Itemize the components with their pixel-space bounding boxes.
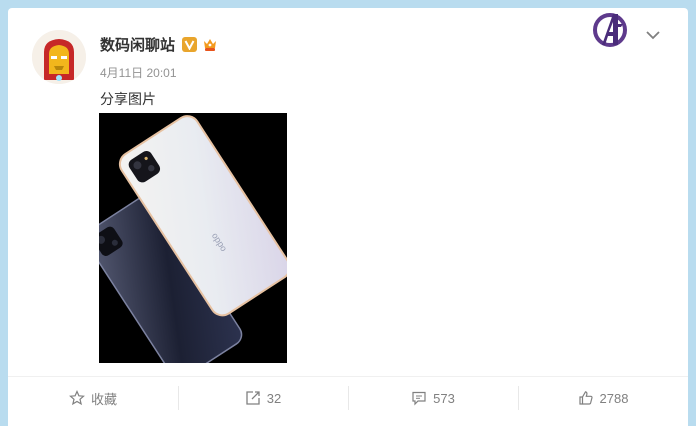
iron-man-avatar-icon <box>32 30 86 84</box>
repost-count: 32 <box>266 390 282 406</box>
like-count: 2788 <box>599 390 629 406</box>
author-name[interactable]: 数码闲聊站 <box>100 34 175 55</box>
like-button[interactable]: 2788 <box>518 377 688 419</box>
comment-icon <box>412 391 426 406</box>
comment-button[interactable]: 573 <box>348 377 518 419</box>
action-bar: 收藏 32 573 2788 <box>8 376 688 419</box>
post-card: 数码闲聊站 4月11日 20:01 分享图片 oppo 收藏 32 573 27… <box>8 8 688 426</box>
author-row: 数码闲聊站 <box>100 34 219 55</box>
thumbs-up-icon <box>578 391 593 405</box>
member-badge-icon[interactable] <box>201 37 219 53</box>
post-image[interactable]: oppo <box>99 113 287 363</box>
share-icon <box>246 391 260 405</box>
post-menu-chevron[interactable] <box>642 24 664 46</box>
verified-badge-icon <box>182 37 198 52</box>
author-avatar[interactable] <box>32 30 86 84</box>
repost-button[interactable]: 32 <box>178 377 348 419</box>
post-timestamp[interactable]: 4月11日 20:01 <box>100 64 177 81</box>
star-icon <box>69 390 85 406</box>
favorite-label: 收藏 <box>90 391 117 407</box>
favorite-button[interactable]: 收藏 <box>8 377 178 419</box>
comment-count: 573 <box>433 390 455 406</box>
post-text: 分享图片 <box>100 91 156 107</box>
avengers-logo-icon <box>591 11 629 49</box>
chevron-down-icon <box>646 30 660 39</box>
